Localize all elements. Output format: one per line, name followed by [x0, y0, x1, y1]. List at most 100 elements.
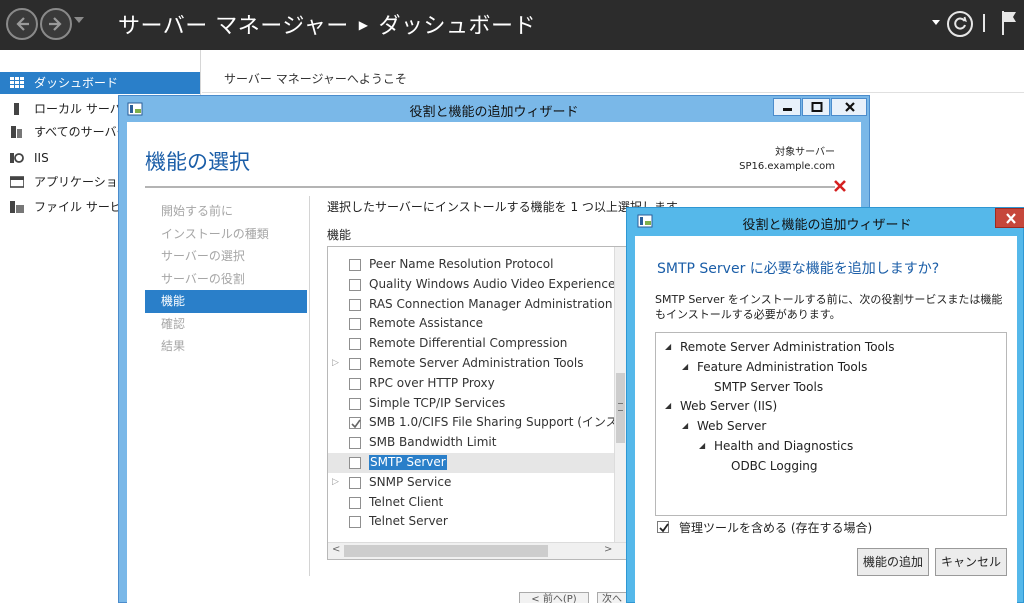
scroll-left-icon[interactable]: <: [332, 544, 340, 555]
feature-checkbox[interactable]: [349, 377, 361, 390]
breadcrumb-app: サーバー マネージャー: [118, 14, 349, 39]
vertical-scroll-thumb[interactable]: [616, 373, 625, 443]
sidebar-item-label: IIS: [34, 151, 49, 165]
feature-row[interactable]: RPC over HTTP Proxy: [328, 374, 626, 394]
scroll-right-icon[interactable]: >: [604, 544, 612, 555]
header-divider: [983, 14, 985, 32]
feature-row[interactable]: SMB 1.0/CIFS File Sharing Support (インストー…: [328, 413, 626, 433]
tree-item[interactable]: ODBC Logging: [731, 456, 818, 476]
maximize-button[interactable]: [802, 98, 830, 116]
horizontal-scroll-thumb[interactable]: [344, 545, 548, 557]
tree-item[interactable]: ◢ Remote Server Administration Tools: [665, 337, 895, 357]
tree-item[interactable]: SMTP Server Tools: [714, 377, 823, 397]
iis-icon: [10, 153, 24, 163]
feature-checkbox[interactable]: [349, 417, 361, 430]
include-tools-checkbox[interactable]: [657, 521, 669, 533]
horizontal-scrollbar[interactable]: < >: [328, 542, 626, 559]
feature-row[interactable]: ▷ SNMP Service: [328, 473, 626, 493]
minimize-icon: [783, 108, 792, 111]
feature-row[interactable]: Simple TCP/IP Services: [328, 394, 626, 414]
features-list[interactable]: Peer Name Resolution Protocol Quality Wi…: [327, 246, 627, 560]
collapse-triangle-icon[interactable]: ◢: [682, 357, 688, 377]
feature-row[interactable]: Remote Assistance: [328, 314, 626, 334]
feature-checkbox[interactable]: [349, 259, 361, 271]
add-features-button[interactable]: 機能の追加: [857, 548, 929, 576]
expand-arrow-icon[interactable]: ▷: [332, 354, 339, 374]
welcome-title: サーバー マネージャーへようこそ: [224, 72, 407, 86]
feature-checkbox[interactable]: [349, 278, 361, 291]
step-server-roles[interactable]: サーバーの役割: [145, 268, 307, 291]
feature-row[interactable]: Telnet Client: [328, 493, 626, 513]
step-installation-type[interactable]: インストールの種類: [145, 223, 307, 246]
feature-row-selected[interactable]: SMTP Server: [328, 453, 626, 473]
feature-label: SMB Bandwidth Limit: [369, 435, 497, 450]
feature-checkbox[interactable]: [349, 516, 361, 529]
step-results[interactable]: 結果: [145, 335, 307, 358]
wizard-app-icon: [637, 214, 653, 228]
feature-checkbox[interactable]: [349, 298, 361, 311]
welcome-divider: [202, 92, 1024, 93]
feature-checkbox[interactable]: [349, 397, 361, 410]
feature-row[interactable]: ▷ Remote Server Administration Tools: [328, 354, 626, 374]
include-tools-label[interactable]: 管理ツールを含める (存在する場合): [679, 519, 872, 536]
collapse-triangle-icon[interactable]: ◢: [682, 416, 688, 436]
feature-label: Remote Assistance: [369, 316, 484, 331]
back-button[interactable]: [6, 8, 38, 40]
step-features[interactable]: 機能: [145, 290, 307, 313]
feature-row[interactable]: SMB Bandwidth Limit: [328, 433, 626, 453]
forward-button[interactable]: [40, 8, 72, 40]
step-server-selection[interactable]: サーバーの選択: [145, 245, 307, 268]
minimize-button[interactable]: [773, 98, 801, 116]
tree-item[interactable]: ◢ Feature Administration Tools: [682, 357, 868, 377]
feature-checkbox[interactable]: [349, 437, 361, 450]
maximize-icon: [811, 102, 823, 112]
feature-label: Simple TCP/IP Services: [369, 395, 506, 410]
feature-row[interactable]: Remote Differential Compression: [328, 334, 626, 354]
expand-arrow-icon[interactable]: ▷: [332, 473, 339, 493]
history-dropdown-icon[interactable]: [74, 17, 84, 23]
feature-label: Telnet Client: [369, 494, 444, 509]
error-x-icon[interactable]: [833, 179, 847, 193]
step-confirmation[interactable]: 確認: [145, 313, 307, 336]
close-icon: [845, 102, 855, 112]
cancel-button[interactable]: キャンセル: [935, 548, 1007, 576]
feature-checkbox[interactable]: [349, 358, 361, 370]
tree-item-label: Remote Server Administration Tools: [680, 340, 895, 354]
arrow-right-icon: [49, 17, 62, 31]
wizard-titlebar[interactable]: 役割と機能の追加ウィザード: [119, 96, 869, 122]
feature-checkbox[interactable]: [349, 496, 361, 509]
collapse-triangle-icon[interactable]: ◢: [699, 436, 705, 456]
collapse-triangle-icon[interactable]: ◢: [665, 396, 671, 416]
tree-item[interactable]: ◢ Web Server (IIS): [665, 396, 778, 416]
tree-item-label: Web Server (IIS): [680, 399, 778, 413]
feature-checkbox[interactable]: [349, 457, 361, 469]
sidebar-item-dashboard[interactable]: ダッシュボード: [0, 72, 200, 94]
feature-label: Telnet Server: [369, 514, 448, 529]
feature-checkbox[interactable]: [349, 476, 361, 489]
step-before-you-begin[interactable]: 開始する前に: [145, 200, 307, 223]
dialog-content: SMTP Server に必要な機能を追加しますか? SMTP Server を…: [635, 236, 1017, 603]
destination-server: 対象サーバー SP16.example.com: [739, 146, 835, 174]
grip-icon: [618, 403, 623, 411]
notifications-flag-icon[interactable]: [1000, 10, 1018, 36]
feature-checkbox[interactable]: [349, 318, 361, 331]
feature-row[interactable]: Telnet Server: [328, 512, 626, 532]
tree-item[interactable]: ◢ Web Server: [682, 416, 766, 436]
collapse-triangle-icon[interactable]: ◢: [665, 337, 671, 357]
feature-row[interactable]: Quality Windows Audio Video Experience: [328, 275, 626, 295]
breadcrumb-dropdown-icon[interactable]: [932, 20, 940, 25]
features-label: 機能: [327, 228, 352, 242]
previous-button[interactable]: < 前へ(P): [519, 592, 589, 603]
refresh-button[interactable]: [947, 11, 973, 37]
tree-item-label: Feature Administration Tools: [697, 360, 868, 374]
feature-row[interactable]: Peer Name Resolution Protocol: [328, 255, 626, 275]
tree-item[interactable]: ◢ Health and Diagnostics: [699, 436, 853, 456]
wizard-close-button[interactable]: [831, 98, 867, 116]
required-features-tree[interactable]: ◢ Remote Server Administration Tools ◢ F…: [655, 332, 1007, 516]
vertical-scrollbar[interactable]: [614, 247, 626, 543]
breadcrumb-page: ダッシュボード: [378, 14, 536, 39]
feature-checkbox[interactable]: [349, 338, 361, 351]
dialog-close-button[interactable]: [995, 208, 1024, 228]
feature-row[interactable]: RAS Connection Manager Administration Ki…: [328, 295, 626, 315]
dialog-description: SMTP Server をインストールする前に、次の役割サービスまたは機能もイン…: [655, 293, 1003, 321]
